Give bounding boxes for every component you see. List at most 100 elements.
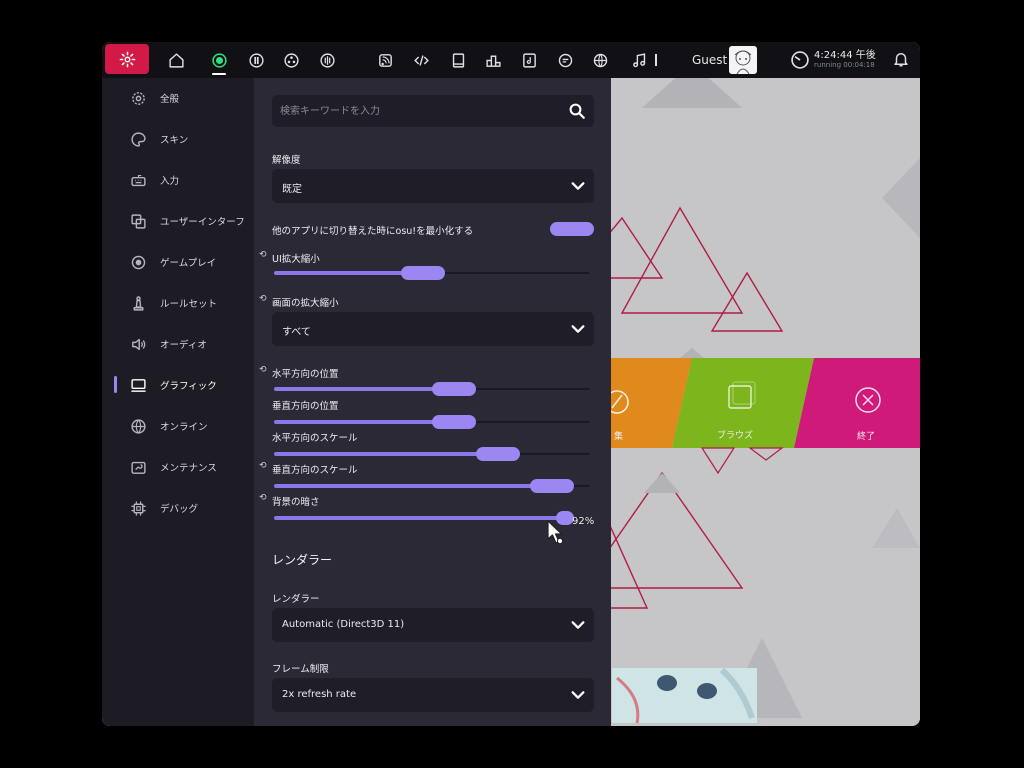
- slider-knob[interactable]: [432, 382, 477, 396]
- renderer-section-title: レンダラー: [272, 553, 333, 567]
- speaker-icon: [129, 335, 147, 353]
- ruleset-mania-button[interactable]: [313, 46, 341, 74]
- news-button[interactable]: [371, 46, 399, 74]
- chat-button[interactable]: [551, 46, 579, 74]
- gear-icon: [129, 89, 147, 107]
- v-pos-label: 垂直方向の位置: [272, 401, 339, 412]
- now-playing-button[interactable]: [625, 46, 653, 74]
- slider-knob[interactable]: [432, 415, 477, 429]
- gameplay-icon: [129, 253, 147, 271]
- chevron-down-icon: [571, 182, 585, 190]
- sidebar-item-gameplay[interactable]: ゲームプレイ: [102, 245, 254, 279]
- renderer-value: Automatic (Direct3D 11): [282, 619, 405, 630]
- slider-knob[interactable]: [400, 266, 445, 280]
- sidebar-item-label: ユーザーインターフ: [160, 217, 245, 228]
- sidebar-item-skin[interactable]: スキン: [102, 122, 254, 156]
- sidebar-item-label: グラフィック: [160, 381, 217, 392]
- v-pos-slider[interactable]: [272, 415, 594, 429]
- slider-knob[interactable]: [476, 447, 521, 461]
- toolbar-separator: [655, 54, 657, 66]
- beatmap-listing-button[interactable]: [515, 46, 543, 74]
- resolution-value: 既定: [282, 184, 302, 195]
- settings-sidebar: 全般 スキン 入力 ユーザーインターフ ゲームプレイ ルールセット オーディオ: [102, 78, 254, 726]
- sidebar-item-ruleset[interactable]: ルールセット: [102, 286, 254, 320]
- sidebar-item-input[interactable]: 入力: [102, 163, 254, 197]
- home-button[interactable]: [162, 46, 190, 74]
- ui-scale-slider[interactable]: [272, 266, 594, 280]
- frame-limit-dropdown[interactable]: 2x refresh rate: [272, 678, 594, 712]
- resolution-dropdown[interactable]: 既定: [272, 169, 594, 203]
- ruleset-mania-icon: [319, 52, 335, 68]
- chip-icon: [129, 499, 147, 517]
- minimize-label: 他のアプリに切り替えた時にosu!を最小化する: [272, 226, 474, 237]
- ruleset-osu-icon: [211, 52, 227, 68]
- exit-label[interactable]: 終了: [857, 429, 875, 442]
- graphics-settings-panel: 解像度 既定 他のアプリに切り替えた時にosu!を最小化する ⟲ UI拡大縮小 …: [254, 78, 611, 726]
- v-scale-slider[interactable]: [272, 479, 594, 493]
- now-playing-icon: [632, 52, 645, 67]
- wiki-button[interactable]: [444, 46, 472, 74]
- avatar[interactable]: [729, 46, 757, 74]
- changelog-icon: [413, 54, 429, 66]
- reset-icon[interactable]: ⟲: [259, 250, 267, 260]
- notification-icon[interactable]: [892, 49, 910, 69]
- ruleset-osu-button[interactable]: [205, 46, 233, 74]
- reset-icon[interactable]: ⟲: [259, 294, 267, 304]
- reset-icon[interactable]: ⟲: [259, 365, 267, 375]
- h-scale-slider[interactable]: [272, 447, 594, 461]
- sidebar-item-label: 入力: [160, 176, 180, 187]
- sidebar-item-label: ゲームプレイ: [160, 258, 217, 269]
- slider-fill: [274, 516, 565, 520]
- sidebar-item-label: 全般: [160, 94, 180, 105]
- beatmap-listing-icon: [522, 52, 536, 68]
- chevron-down-icon: [571, 691, 585, 699]
- screen-scale-label: 画面の拡大縮小: [272, 298, 339, 309]
- user-name[interactable]: Guest: [692, 53, 727, 67]
- slider-fill: [274, 420, 455, 424]
- settings-button[interactable]: [105, 44, 149, 74]
- dashboard-icon: [593, 53, 607, 67]
- renderer-dropdown[interactable]: Automatic (Direct3D 11): [272, 608, 594, 642]
- dim-percent-tooltip: 92%: [572, 516, 595, 527]
- screen-scale-dropdown[interactable]: すべて: [272, 312, 594, 346]
- frame-limit-value: 2x refresh rate: [282, 689, 357, 700]
- reset-icon[interactable]: ⟲: [259, 461, 267, 471]
- clock-icon: [791, 51, 809, 69]
- active-ruleset-indicator: [212, 73, 226, 75]
- minimize-toggle[interactable]: [550, 222, 594, 236]
- dim-label: 背景の暗さ: [272, 497, 320, 508]
- window-icon: [129, 212, 147, 230]
- h-scale-label: 水平方向のスケール: [272, 433, 358, 444]
- browse-label[interactable]: ブラウズ: [717, 428, 753, 441]
- palette-icon: [129, 130, 147, 148]
- search-box[interactable]: [272, 95, 594, 127]
- game-window: ブラウズ 終了 集 Guest 4:24:44 午後 running 00:04…: [102, 42, 920, 726]
- sidebar-item-general[interactable]: 全般: [102, 81, 254, 115]
- clock[interactable]: 4:24:44 午後 running 00:04:18: [814, 51, 876, 70]
- ruleset-catch-button[interactable]: [277, 46, 305, 74]
- ui-scale-label: UI拡大縮小: [272, 254, 320, 265]
- sidebar-item-debug[interactable]: デバッグ: [102, 491, 254, 525]
- ruleset-taiko-button[interactable]: [242, 46, 270, 74]
- sidebar-item-maintenance[interactable]: メンテナンス: [102, 450, 254, 484]
- globe-icon: [129, 417, 147, 435]
- slider-knob[interactable]: [530, 479, 575, 493]
- slider-fill: [274, 387, 455, 391]
- chess-icon: [129, 294, 147, 312]
- play-label-fragment[interactable]: 集: [614, 429, 623, 442]
- sidebar-item-audio[interactable]: オーディオ: [102, 327, 254, 361]
- changelog-button[interactable]: [407, 46, 435, 74]
- sidebar-item-user-interface[interactable]: ユーザーインターフ: [102, 204, 254, 238]
- search-input[interactable]: [280, 103, 550, 119]
- sidebar-item-label: スキン: [160, 135, 189, 146]
- rankings-button[interactable]: [479, 46, 507, 74]
- sidebar-item-graphics[interactable]: グラフィック: [102, 368, 254, 402]
- settings-icon: [119, 51, 135, 67]
- search-icon[interactable]: [568, 102, 586, 120]
- reset-icon[interactable]: ⟲: [259, 493, 267, 503]
- h-pos-slider[interactable]: [272, 382, 594, 396]
- sidebar-item-online[interactable]: オンライン: [102, 409, 254, 443]
- dashboard-button[interactable]: [586, 46, 614, 74]
- chevron-down-icon: [571, 325, 585, 333]
- h-pos-label: 水平方向の位置: [272, 369, 339, 380]
